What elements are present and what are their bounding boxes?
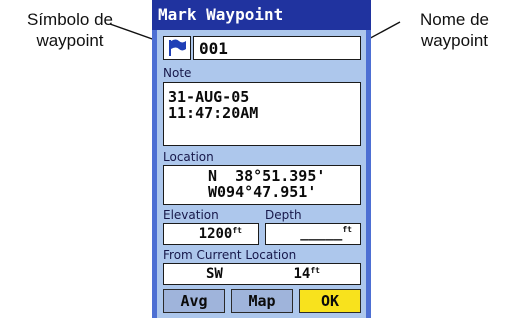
from-current-location-label: From Current Location <box>163 248 297 262</box>
bearing-direction: SW <box>206 266 223 282</box>
depth-field[interactable]: _____ft <box>265 223 361 245</box>
from-current-location-field: SW 14ft <box>163 263 361 285</box>
waypoint-name: 001 <box>199 39 228 58</box>
note-field[interactable]: 31-AUG-05 11:47:20AM <box>163 82 361 146</box>
callout-right-line2: waypoint <box>420 31 489 50</box>
window-title: Mark Waypoint <box>158 5 284 24</box>
depth-value: _____ <box>300 225 343 241</box>
location-field[interactable]: N 38°51.395' W094°47.951' <box>163 165 361 205</box>
waypoint-panel: 001 Note 31-AUG-05 11:47:20AM Location N… <box>157 30 366 318</box>
elevation-unit: ft <box>232 226 242 235</box>
waypoint-name-field[interactable]: 001 <box>193 36 361 60</box>
ok-button[interactable]: OK <box>299 289 361 313</box>
callout-waypoint-symbol: Símbolo de waypoint <box>0 9 140 51</box>
distance-unit: ft <box>310 266 320 275</box>
title-bar: Mark Waypoint <box>152 0 371 30</box>
gps-screen: Mark Waypoint 001 Note 31-AUG-05 11:47:2… <box>152 0 371 318</box>
elevation-value: 1200 <box>198 226 233 242</box>
location-label: Location <box>163 150 214 164</box>
callout-waypoint-name: Nome de waypoint <box>403 9 506 51</box>
note-label: Note <box>163 66 192 80</box>
flag-icon <box>169 39 186 56</box>
distance-value: 14 <box>293 266 311 282</box>
waypoint-symbol-button[interactable] <box>163 36 191 60</box>
callout-left-line2: waypoint <box>36 31 104 50</box>
depth-label: Depth <box>265 208 302 222</box>
elevation-field[interactable]: 1200ft <box>163 223 259 245</box>
callout-right-line1: Nome de <box>420 10 489 29</box>
elevation-label: Elevation <box>163 208 219 222</box>
map-button[interactable]: Map <box>231 289 293 313</box>
location-longitude: W094°47.951' <box>208 183 317 201</box>
depth-unit: ft <box>342 225 352 234</box>
callout-left-line1: Símbolo de <box>27 10 113 29</box>
avg-button[interactable]: Avg <box>163 289 225 313</box>
note-line-2: 11:47:20AM <box>168 104 259 122</box>
